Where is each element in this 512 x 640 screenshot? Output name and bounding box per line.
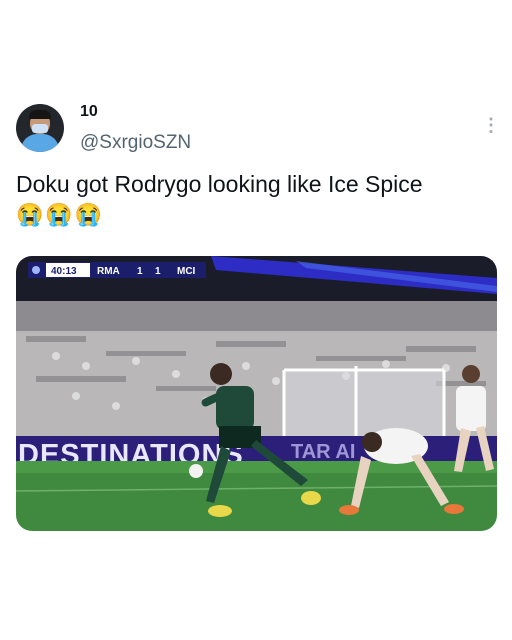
home-team: RMA — [97, 266, 120, 277]
avatar-hair — [29, 110, 51, 119]
user-handle[interactable]: @SxrgioSZN — [80, 132, 191, 154]
match-clock: 40:13 — [51, 266, 77, 277]
home-score: 1 — [137, 266, 143, 277]
avatar-mask — [32, 124, 48, 133]
tweet-media-video[interactable]: DESTINATIONS TAR AI 40:13 RMA 1 1 MCI — [16, 256, 497, 531]
more-vertical-icon[interactable]: ⋮ — [482, 116, 500, 134]
away-score: 1 — [155, 266, 161, 277]
scoreboard: 40:13 RMA 1 1 MCI — [28, 262, 206, 278]
avatar[interactable] — [16, 104, 64, 152]
crying-emojis: 😭😭😭 — [16, 202, 105, 227]
away-team: MCI — [177, 266, 196, 277]
tweet-text: Doku got Rodrygo looking like Ice Spice — [16, 171, 423, 197]
avatar-shirt — [21, 134, 59, 152]
display-name[interactable]: 10 — [80, 103, 98, 121]
svg-text:TAR AI: TAR AI — [291, 441, 355, 463]
